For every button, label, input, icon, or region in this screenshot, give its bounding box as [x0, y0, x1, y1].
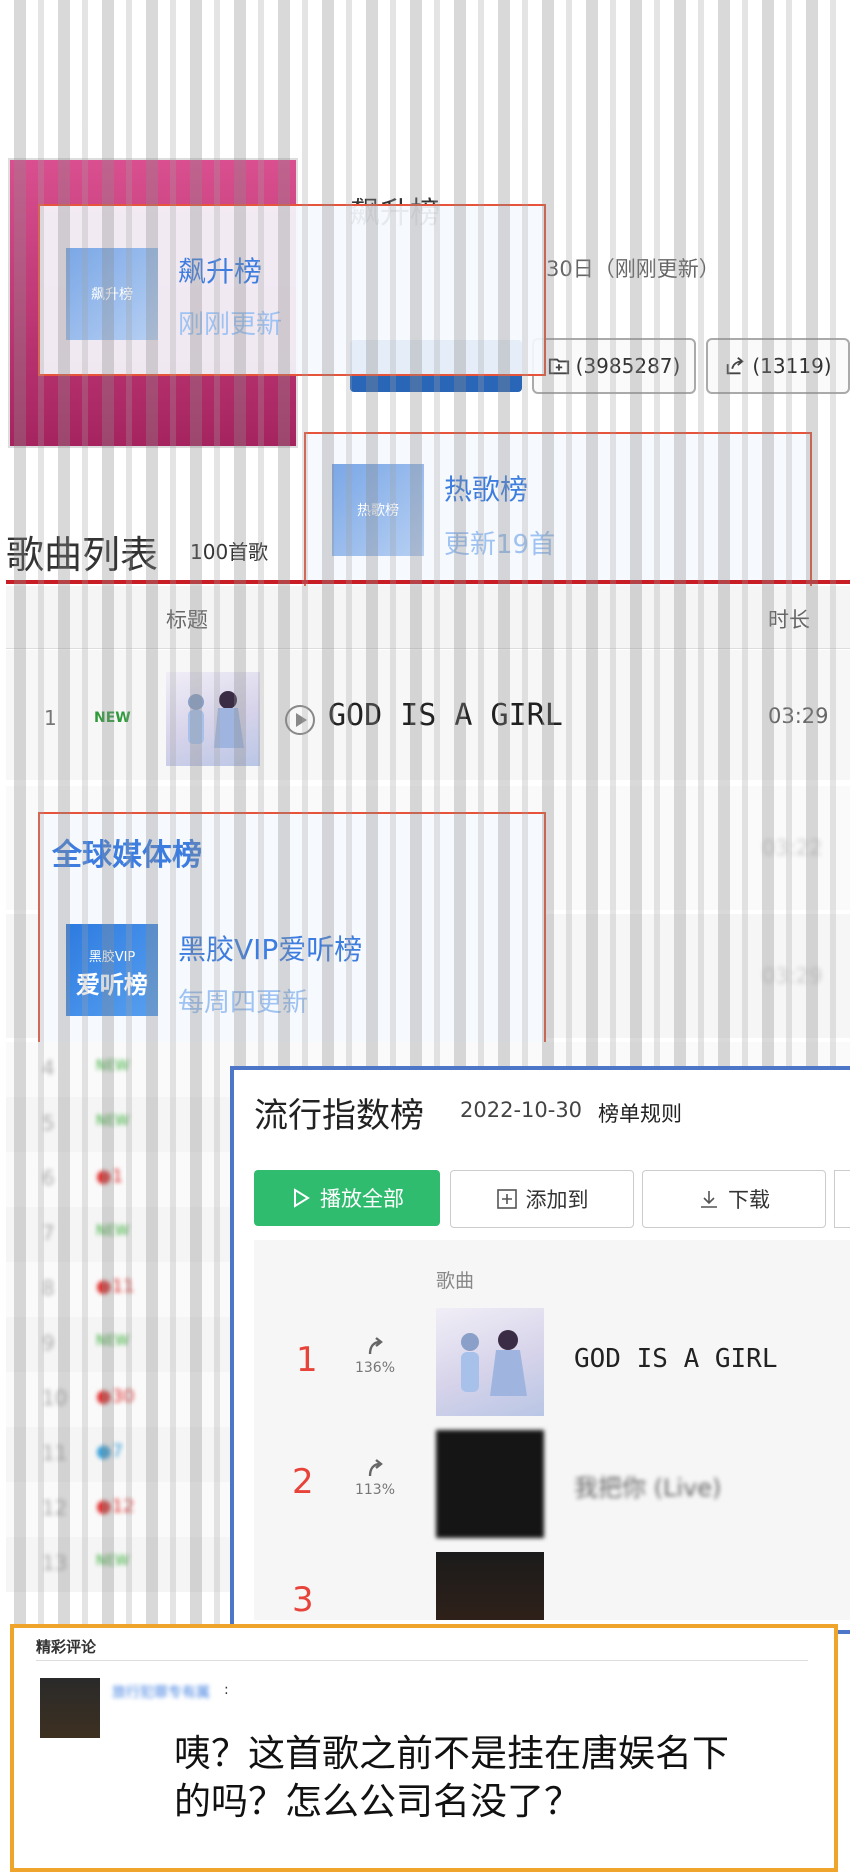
vip-chart-subtitle: 每周四更新 — [178, 988, 309, 1018]
row-index: 13 — [42, 1551, 68, 1575]
username-colon: : — [224, 1682, 229, 1698]
comment-username[interactable]: 旅行犯罪专有属 — [112, 1682, 210, 1702]
vip-thumb-label: 黑胶VIP — [88, 950, 136, 965]
album-cover — [436, 1430, 544, 1538]
popularity-chart-panel: 流行指数榜 2022-10-30 榜单规则 播放全部 添加到 下载 歌曲 1 1… — [230, 1066, 850, 1634]
global-media-chart-card[interactable]: 全球媒体榜 黑胶VIP 爱听榜 黑胶VIP爱听榜 每周四更新 — [38, 812, 546, 1052]
row-badge: ●30 — [96, 1386, 135, 1407]
column-song: 歌曲 — [436, 1270, 475, 1292]
song-title[interactable]: 我把你 (Live) — [574, 1468, 721, 1503]
row-index: 11 — [42, 1441, 68, 1465]
hot-chart-title: 热歌榜 — [444, 473, 529, 506]
song-title[interactable]: GOD IS A GIRL — [574, 1344, 778, 1374]
row-index: 4 — [42, 1056, 55, 1080]
play-icon[interactable] — [284, 704, 316, 736]
album-cover — [166, 672, 260, 766]
play-all-label: 播放全部 — [320, 1187, 404, 1211]
song-duration: 03:29 — [762, 964, 823, 988]
row-badge: NEW — [96, 1333, 130, 1349]
soaring-chart-thumbnail: 飙升榜 — [66, 248, 158, 340]
table-row[interactable]: 3 — [254, 1550, 850, 1620]
rank-number: 1 — [296, 1340, 318, 1380]
rank-number: 2 — [292, 1462, 314, 1502]
global-media-heading: 全球媒体榜 — [52, 838, 202, 873]
add-icon — [496, 1189, 517, 1209]
red-divider — [6, 580, 850, 584]
comment-text: 咦？这首歌之前不是挂在唐娱名下 的吗？怎么公司名没了？ — [174, 1730, 729, 1826]
vip-thumb-title: 爱听榜 — [76, 971, 148, 999]
vip-chart-thumbnail: 黑胶VIP 爱听榜 — [66, 924, 158, 1016]
share-button[interactable]: (13119) — [706, 338, 850, 394]
add-to-button[interactable]: 添加到 — [450, 1170, 634, 1228]
vip-chart-title: 黑胶VIP爱听榜 — [178, 933, 363, 966]
more-button[interactable] — [834, 1170, 850, 1228]
row-index: 12 — [42, 1496, 68, 1520]
album-cover — [436, 1552, 544, 1620]
row-badge: NEW — [96, 1553, 130, 1569]
chart-update-date: 30日（刚刚更新） — [546, 257, 720, 281]
row-index: 1 — [44, 706, 57, 730]
song-list-heading: 歌曲列表 — [6, 533, 159, 577]
share-icon — [727, 357, 745, 375]
trend-up-icon — [368, 1459, 383, 1477]
popularity-song-list: 歌曲 1 136% GOD IS A GIRL 2 113% 我把你 (Live… — [254, 1240, 850, 1620]
trend-percent: 113% — [354, 1482, 396, 1498]
row-badge: NEW — [96, 1223, 130, 1239]
row-badge: NEW — [96, 1113, 130, 1129]
row-badge: NEW — [96, 1058, 130, 1074]
hot-chart-thumbnail: 热歌榜 — [332, 464, 424, 556]
song-duration: 03:29 — [768, 704, 829, 728]
song-duration: 03:22 — [762, 836, 823, 860]
column-title: 标题 — [166, 608, 208, 632]
download-button[interactable]: 下载 — [642, 1170, 826, 1228]
download-label: 下载 — [728, 1188, 770, 1212]
row-index: 5 — [42, 1111, 55, 1135]
soaring-chart-title: 飙升榜 — [178, 255, 263, 288]
row-badge: ●11 — [96, 1276, 135, 1297]
comment-text-line: 咦？这首歌之前不是挂在唐娱名下 — [174, 1732, 729, 1775]
add-folder-icon — [548, 358, 569, 375]
hot-chart-subtitle: 更新19首 — [444, 530, 556, 560]
play-icon — [294, 1188, 310, 1208]
trend-percent: 136% — [354, 1360, 396, 1376]
add-to-label: 添加到 — [525, 1188, 589, 1212]
popularity-chart-title: 流行指数榜 — [254, 1096, 424, 1136]
comments-section: 精彩评论 旅行犯罪专有属 : 咦？这首歌之前不是挂在唐娱名下 的吗？怎么公司名没… — [10, 1624, 838, 1872]
trend-up-icon — [368, 1337, 383, 1355]
row-badge: ●1 — [96, 1166, 124, 1187]
comment-text-line: 的吗？怎么公司名没了？ — [174, 1780, 581, 1823]
popularity-chart-date: 2022-10-30 — [460, 1098, 583, 1122]
download-icon — [701, 1191, 717, 1208]
avatar[interactable] — [40, 1678, 100, 1738]
album-cover — [436, 1308, 544, 1416]
collect-count: (3985287) — [575, 354, 681, 378]
row-index: 7 — [42, 1221, 55, 1245]
row-badge: ●12 — [96, 1496, 135, 1517]
rank-number: 3 — [292, 1580, 314, 1620]
row-index: 9 — [42, 1331, 55, 1355]
chart-rules-link[interactable]: 榜单规则 — [598, 1098, 682, 1128]
comments-heading: 精彩评论 — [36, 1638, 97, 1656]
row-index: 8 — [42, 1276, 55, 1300]
new-badge: NEW — [94, 710, 131, 726]
song-count: 100首歌 — [190, 540, 269, 564]
row-index: 6 — [42, 1166, 55, 1190]
soaring-chart-subtitle: 刚刚更新 — [178, 310, 283, 340]
song-title[interactable]: GOD IS A GIRL — [328, 698, 563, 733]
row-badge: ●7 — [96, 1441, 124, 1462]
collect-button[interactable]: (3985287) — [532, 338, 696, 394]
table-row[interactable]: 2 113% 我把你 (Live) — [254, 1428, 850, 1546]
table-row[interactable]: 1 136% GOD IS A GIRL — [254, 1306, 850, 1424]
song-table-header: 标题 时长 — [6, 586, 850, 649]
table-row[interactable]: 1 NEW GOD IS A GIRL 03:29 — [6, 650, 850, 780]
comments-divider — [36, 1660, 808, 1661]
soaring-chart-card[interactable]: 飙升榜 飙升榜 刚刚更新 — [38, 204, 546, 376]
share-count: (13119) — [752, 354, 832, 378]
play-all-button[interactable]: 播放全部 — [254, 1170, 440, 1226]
column-duration: 时长 — [768, 608, 810, 632]
row-index: 10 — [42, 1386, 68, 1410]
